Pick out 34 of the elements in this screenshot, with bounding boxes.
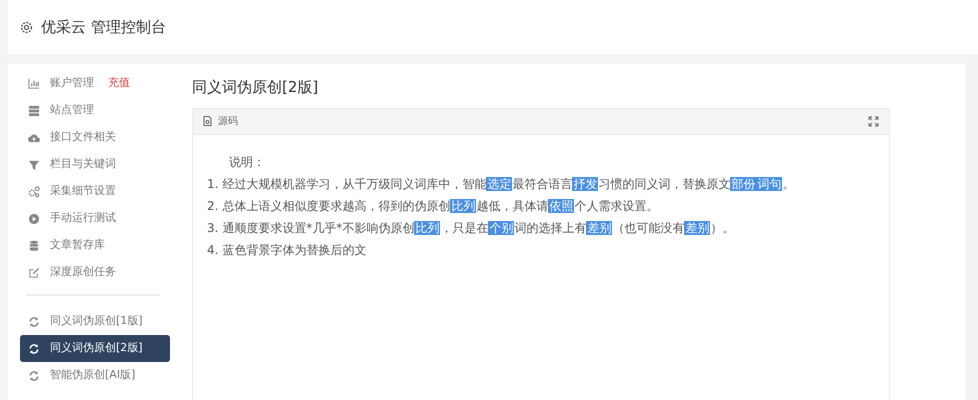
fullscreen-icon[interactable]: [868, 116, 879, 126]
app-title: 优采云 管理控制台: [41, 16, 166, 38]
instruction-line: 1. 经过大规模机器学习，从千万级同义词库中，智能选定最符合语言抒发习惯的同义词，替换原文部份 词句。: [207, 176, 794, 190]
sidebar-item[interactable]: 手动运行测试: [20, 205, 170, 232]
intro-label: 说明：: [228, 154, 266, 170]
sidebar-item[interactable]: 文章暂存库: [20, 232, 170, 259]
refresh-icon: [28, 342, 40, 354]
filter-icon: [28, 158, 40, 170]
recharge-link[interactable]: 充值: [108, 75, 130, 92]
edit-icon: [28, 266, 40, 278]
instruction-line: 2. 总体上语义相似度要求越高，得到的伪原创 比列越低，具体请依照个人需求设置。: [207, 198, 658, 212]
document-icon: [203, 116, 212, 126]
instruction-line: 3. 通顺度要求设置*几乎*不影响伪原创 比列，只是在个别词的选择上有差别（也可能没有差别）。: [207, 220, 734, 234]
sidebar-item[interactable]: 账户管理 充值: [20, 70, 170, 97]
refresh-icon: [28, 316, 40, 328]
instruction-line: 4. 蓝色背景字体为替换后的文: [207, 242, 366, 256]
gears-icon: [28, 186, 40, 198]
settings-icon: [20, 20, 33, 34]
sidebar-item[interactable]: 同义词伪原创[2版]: [20, 335, 170, 362]
page-heading: 同义词伪原创[2版]: [192, 77, 320, 98]
play-icon: [28, 212, 40, 224]
bar-chart-icon: [28, 78, 40, 90]
cloud-upload-icon: [28, 132, 40, 144]
panel-title: 源码: [218, 114, 238, 128]
database-icon: [28, 240, 40, 252]
list-icon: [28, 104, 40, 116]
sidebar-item[interactable]: 智能伪原创[AI版]: [20, 362, 170, 389]
sidebar-item[interactable]: 深度原创任务: [20, 259, 170, 286]
sidebar-item[interactable]: 采集细节设置: [20, 178, 170, 205]
sidebar-item[interactable]: 站点管理: [20, 97, 170, 124]
refresh-icon: [28, 370, 40, 382]
sidebar-item[interactable]: 接口文件相关: [20, 124, 170, 151]
sidebar-item[interactable]: 同义词伪原创[1版]: [20, 308, 170, 335]
sidebar-item[interactable]: 栏目与关键词: [20, 151, 170, 178]
